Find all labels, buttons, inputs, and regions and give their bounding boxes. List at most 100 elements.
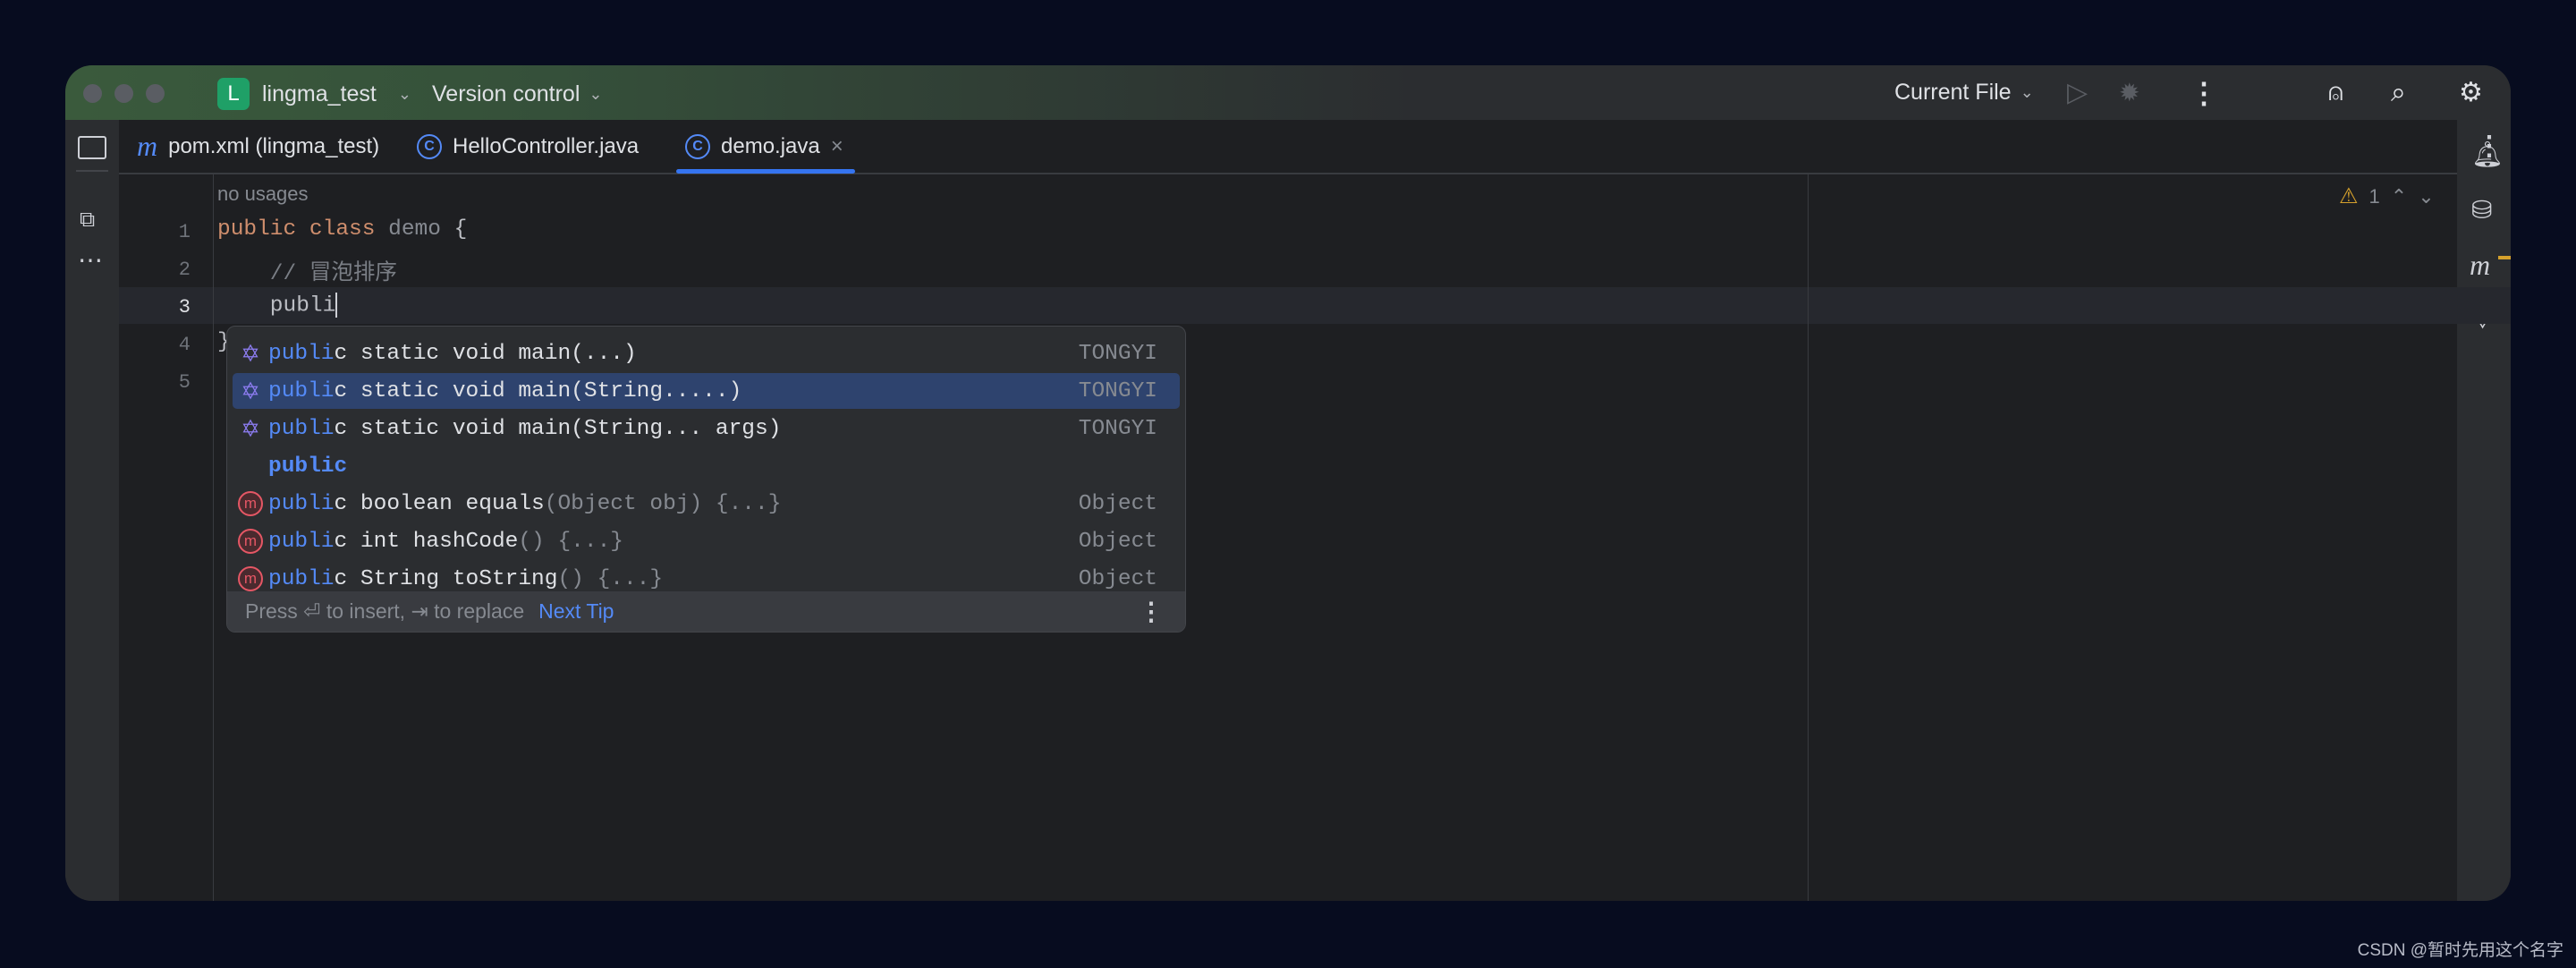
tab-label: pom.xml (lingma_test) xyxy=(168,133,380,158)
completion-rest: c int hashCode xyxy=(334,529,519,554)
method-icon: m xyxy=(233,566,268,591)
class-icon: C xyxy=(685,133,710,159)
method-icon: m xyxy=(233,529,268,554)
popup-more-icon[interactable]: ⋮ xyxy=(1139,597,1164,626)
run-config-selector[interactable]: Current File ⌄ xyxy=(1894,65,2034,120)
completion-item[interactable]: ✡ publi c static void main(String... args)… xyxy=(233,411,1180,446)
inspection-widget[interactable]: ⚠ 1 ⌃ ⌄ xyxy=(2339,183,2435,209)
title-bar: L lingma_test ⌄ Version control ⌄ Current … xyxy=(65,65,2511,120)
close-tab-icon[interactable]: × xyxy=(831,134,843,159)
completion-footer: Press ⏎ to insert, ⇥ to replace Next Tip… xyxy=(227,591,1185,632)
project-name: lingma_test xyxy=(262,81,377,106)
chevron-down-icon: ⌄ xyxy=(2020,83,2034,101)
line-number: 3 xyxy=(178,296,191,318)
tab-pom-xml[interactable]: m pom.xml (lingma_test) xyxy=(137,120,379,173)
debug-icon[interactable]: ✹ xyxy=(2119,65,2140,120)
current-line-highlight xyxy=(119,287,2511,324)
completion-match: publi xyxy=(268,378,335,403)
line-number: 1 xyxy=(178,221,191,243)
watermark: CSDN @暂时先用这个名字 xyxy=(2357,941,2563,960)
chevron-down-icon: ⌄ xyxy=(589,84,603,103)
ide-window: L lingma_test ⌄ Version control ⌄ Current … xyxy=(65,65,2511,901)
completion-rest: c static void main(String... args) xyxy=(334,416,782,441)
completion-item[interactable]: m publi c int hashCode() {...} Object xyxy=(233,523,1180,559)
completion-rest: c static void main(String.....) xyxy=(334,378,742,403)
warning-stripe-marker[interactable] xyxy=(2498,256,2511,259)
completion-dim: (Object obj) {...} xyxy=(544,491,782,516)
completion-rest: c static void main(...) xyxy=(334,341,637,366)
class-icon: C xyxy=(417,133,442,159)
close-window-button[interactable] xyxy=(83,84,102,103)
line-number: 4 xyxy=(178,334,191,356)
left-tool-stripe: ⧉ ⋯ xyxy=(65,120,119,901)
tongyi-icon: ✡ xyxy=(241,414,260,442)
tab-hellocontroller[interactable]: C HelloController.java xyxy=(417,120,639,173)
completion-match: publi xyxy=(268,341,335,366)
tab-label: HelloController.java xyxy=(453,133,640,158)
completion-popup: m publi c String toString() {...} Object m pu… xyxy=(226,326,1186,633)
project-selector[interactable]: L lingma_test ⌄ xyxy=(217,78,411,110)
gear-icon[interactable]: ⚙ xyxy=(2459,65,2483,120)
more-tools-icon[interactable]: ⋯ xyxy=(78,245,103,275)
method-icon: m xyxy=(233,491,268,516)
add-user-icon[interactable]: ⍝ xyxy=(2328,65,2343,120)
completion-dim: () {...} xyxy=(557,566,664,591)
usages-hint: no usages xyxy=(217,183,309,205)
line-number: 5 xyxy=(178,371,191,394)
completion-hint: Press ⏎ to insert, ⇥ to replace xyxy=(245,599,525,623)
version-control-menu[interactable]: Version control ⌄ xyxy=(432,78,602,110)
completion-item[interactable]: m publi c boolean equals (Object obj) {...}… xyxy=(233,486,1180,522)
code-line-2[interactable]: // 冒泡排序 xyxy=(217,255,397,286)
zoom-window-button[interactable] xyxy=(146,84,165,103)
completion-match: publi xyxy=(268,491,335,516)
more-icon[interactable]: ⋮ xyxy=(2190,65,2218,120)
text-cursor xyxy=(335,293,338,318)
warning-icon: ⚠ xyxy=(2339,184,2359,208)
completion-item[interactable]: ✡ publi c static void main(String.....) TON… xyxy=(233,373,1180,409)
completion-source: Object xyxy=(1078,566,1157,591)
search-icon[interactable]: ⌕ xyxy=(2391,65,2406,120)
code-line-3[interactable]: publi xyxy=(217,293,338,318)
completion-source: TONGYI xyxy=(1078,378,1157,403)
folder-icon[interactable] xyxy=(78,136,106,159)
run-icon[interactable]: ▷ xyxy=(2067,65,2088,120)
tab-label: demo.java xyxy=(721,133,820,158)
chevron-down-icon: ⌄ xyxy=(397,84,411,103)
completion-rest: c boolean equals xyxy=(334,491,545,516)
minimize-window-button[interactable] xyxy=(114,84,133,103)
completion-dim: () {...} xyxy=(518,529,623,554)
vcs-label: Version control xyxy=(432,81,580,106)
completion-item[interactable]: ✡ publi c static void main(...) TONGYI xyxy=(233,335,1180,371)
completion-source: TONGYI xyxy=(1078,416,1157,441)
next-tip-link[interactable]: Next Tip xyxy=(538,599,614,624)
structure-icon[interactable]: ⧉ xyxy=(80,208,95,233)
completion-match: publi xyxy=(268,529,335,554)
right-tool-stripe: 🔔︎ ⛁ m ✡ xyxy=(2457,120,2511,901)
completion-match: publi xyxy=(268,416,335,441)
editor-tabs: m pom.xml (lingma_test) C HelloControlle… xyxy=(119,120,2503,174)
next-highlight-icon[interactable]: ⌄ xyxy=(2418,185,2434,208)
divider xyxy=(76,170,108,172)
maven-icon: m xyxy=(137,130,158,162)
run-config-label: Current File xyxy=(1894,80,2012,105)
active-tab-indicator xyxy=(676,169,855,174)
gutter xyxy=(119,174,214,901)
tongyi-icon: ✡ xyxy=(241,339,260,367)
completion-source: Object xyxy=(1078,529,1157,554)
completion-source: Object xyxy=(1078,491,1157,516)
completion-source: TONGYI xyxy=(1078,341,1157,366)
project-badge: L xyxy=(217,78,250,110)
right-margin-guide xyxy=(1808,174,1809,901)
completion-item[interactable]: public xyxy=(233,448,1180,484)
completion-match: publi xyxy=(268,566,335,591)
completion-rest: c String toString xyxy=(334,566,558,591)
tab-actions-more-icon[interactable]: ⋮ xyxy=(2476,131,2503,162)
code-line-1[interactable]: public class demo { xyxy=(217,217,467,242)
completion-match: public xyxy=(268,454,348,479)
tab-demo-java[interactable]: C demo.java × xyxy=(685,120,843,173)
line-number: 2 xyxy=(178,259,191,281)
warning-count: 1 xyxy=(2368,184,2380,208)
database-icon[interactable]: ⛁ xyxy=(2471,195,2492,225)
maven-icon[interactable]: m xyxy=(2470,249,2490,282)
previous-highlight-icon[interactable]: ⌃ xyxy=(2391,185,2407,208)
